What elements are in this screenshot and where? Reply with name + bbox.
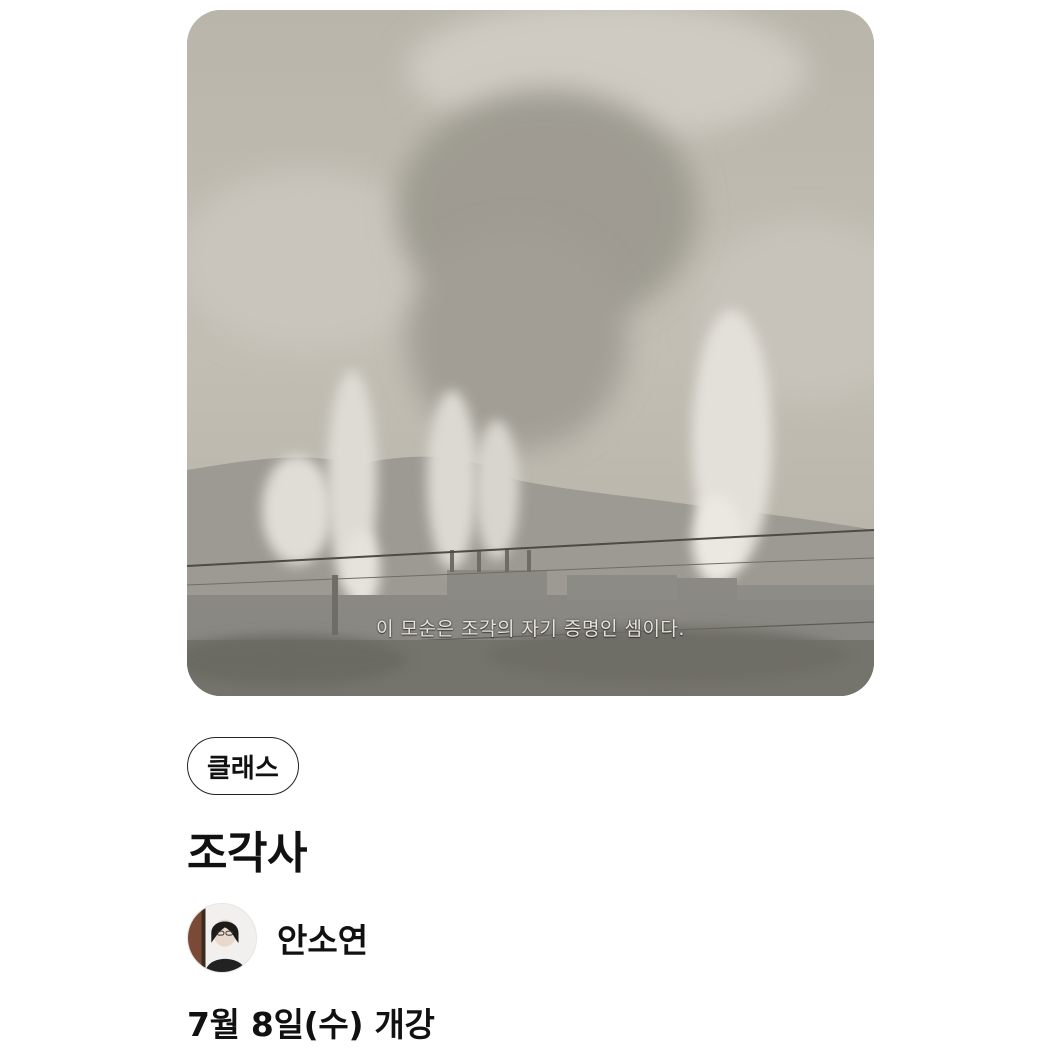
author-avatar[interactable] [187, 903, 257, 973]
author-row[interactable]: 안소연 [187, 903, 368, 973]
category-chip[interactable]: 클래스 [187, 737, 299, 795]
class-card[interactable]: 이 모순은 조각의 자기 증명인 셈이다. [187, 10, 874, 696]
author-name[interactable]: 안소연 [277, 914, 368, 962]
video-subtitle: 이 모순은 조각의 자기 증명인 셈이다. [376, 618, 685, 640]
factory-smoke-image [187, 10, 874, 696]
thumbnail-image[interactable]: 이 모순은 조각의 자기 증명인 셈이다. [187, 10, 874, 696]
start-date: 7월 8일(수) 개강 [187, 1005, 435, 1044]
avatar-portrait-icon [188, 904, 256, 972]
class-title[interactable]: 조각사 [187, 817, 307, 881]
